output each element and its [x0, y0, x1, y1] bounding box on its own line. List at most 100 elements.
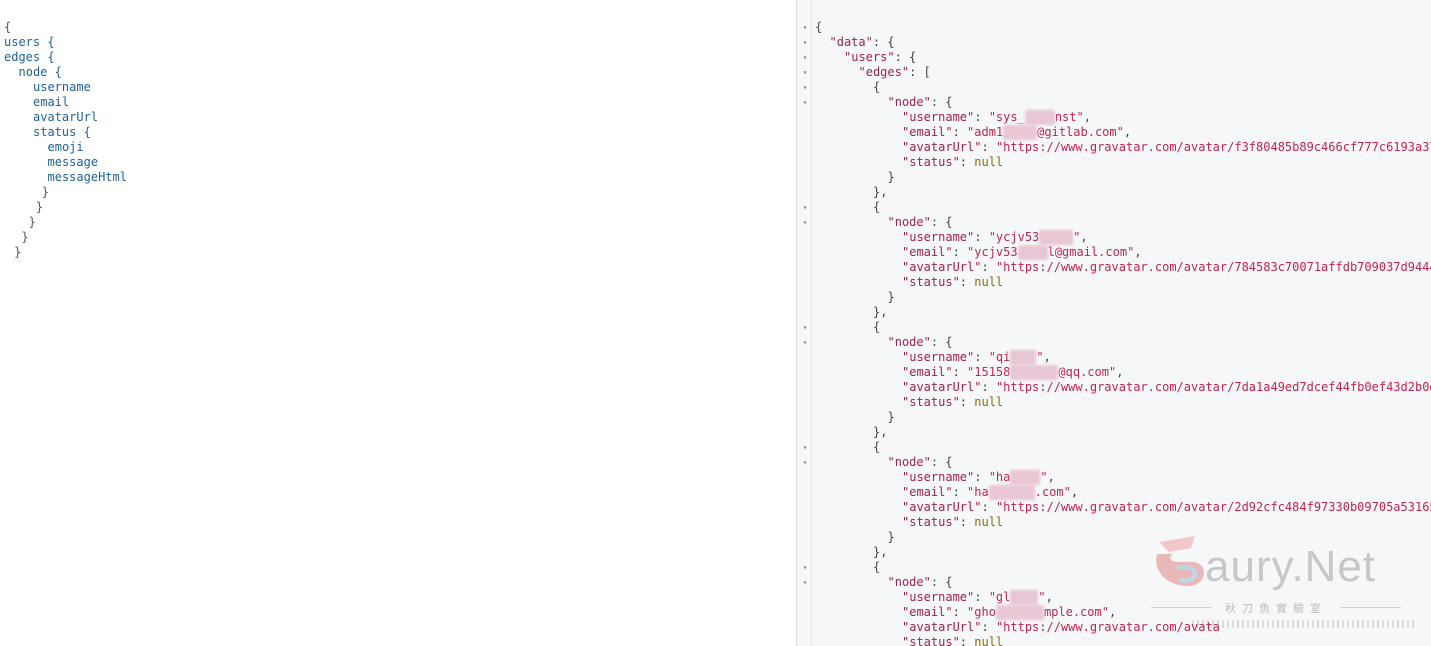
result-line: {	[873, 80, 880, 95]
watermark: aury.Net 秋刀魚實驗室	[1151, 528, 1401, 618]
json-punctuation: },	[873, 545, 888, 559]
json-string: "gl	[988, 590, 1011, 604]
json-key: "email"	[902, 365, 953, 379]
json-punctuation: :	[959, 395, 975, 409]
json-punctuation: ,	[1108, 605, 1117, 619]
json-punctuation: : {	[872, 35, 895, 49]
result-line: "email": "ha .com",	[902, 485, 1078, 500]
result-line: },	[873, 185, 887, 200]
json-key: "username"	[902, 350, 975, 364]
json-string: "adm1	[967, 125, 1004, 139]
query-line: {	[4, 20, 12, 34]
fold-toggle-icon[interactable]: ▾	[801, 35, 809, 50]
json-null: null	[974, 275, 1004, 289]
fold-toggle-icon[interactable]: ▾	[801, 50, 809, 65]
json-string: "https://www.gravatar.com/avatar/2d92cfc…	[995, 500, 1431, 514]
json-key: "node"	[887, 455, 931, 469]
json-key: "node"	[887, 575, 931, 589]
json-punctuation: :	[952, 485, 968, 499]
json-string: "15158	[967, 365, 1011, 379]
result-line: "status": null	[902, 155, 1003, 170]
json-key: "node"	[887, 335, 931, 349]
json-punctuation: :	[952, 125, 968, 139]
json-punctuation: ,	[1045, 590, 1053, 604]
result-line: "username": "qi ",	[902, 350, 1051, 365]
result-line: "node": {	[888, 95, 953, 110]
result-line: "node": {	[888, 215, 953, 230]
fold-toggle-icon[interactable]: ▾	[801, 95, 809, 110]
json-punctuation: :	[952, 245, 968, 259]
result-line: "username": "gl ",	[902, 590, 1053, 605]
json-punctuation: {	[815, 20, 823, 34]
fold-toggle-icon[interactable]: ▾	[801, 20, 809, 35]
result-line: "email": "gho mple.com",	[902, 605, 1116, 620]
json-string: "sys_	[988, 110, 1025, 124]
json-punctuation: },	[873, 305, 888, 319]
json-key: "email"	[902, 605, 953, 619]
json-string: "qi	[988, 350, 1011, 364]
result-line: "avatarUrl": "https://www.gravatar.com/a…	[902, 620, 1220, 635]
result-line: "avatarUrl": "https://www.gravatar.com/a…	[902, 260, 1431, 275]
json-key: "status"	[902, 515, 960, 529]
json-string: l@gmail.com"	[1047, 245, 1135, 259]
query-line: edges {	[4, 50, 55, 64]
json-punctuation: : {	[930, 215, 953, 229]
result-line: }	[888, 530, 895, 545]
json-punctuation: :	[974, 470, 989, 484]
redacted-text	[1017, 245, 1048, 260]
result-line: }	[888, 290, 895, 305]
result-line: "edges": [	[859, 65, 931, 80]
json-punctuation: : {	[930, 575, 953, 589]
json-key: "email"	[902, 485, 953, 499]
json-string: .com"	[1034, 485, 1071, 499]
json-punctuation: :	[974, 350, 989, 364]
json-punctuation: :	[981, 380, 996, 394]
json-punctuation: :	[959, 515, 975, 529]
query-line: avatarUrl	[33, 110, 99, 124]
result-line: "email": "15158 @qq.com",	[902, 365, 1123, 380]
json-key: "status"	[902, 275, 960, 289]
json-key: "edges"	[858, 65, 910, 79]
json-key: "avatarUrl"	[902, 260, 982, 274]
json-string: nst"	[1054, 110, 1084, 124]
json-string: "	[1040, 470, 1048, 484]
fold-toggle-icon[interactable]: ▾	[801, 200, 809, 215]
result-line: "node": {	[888, 335, 953, 350]
redacted-text	[1010, 590, 1039, 605]
result-line: "data": {	[830, 35, 895, 50]
fold-toggle-icon[interactable]: ▾	[801, 335, 809, 350]
result-line: }	[888, 410, 895, 425]
fold-toggle-icon[interactable]: ▾	[801, 80, 809, 95]
json-string: "ycjv53	[967, 245, 1018, 259]
fold-toggle-icon[interactable]: ▾	[801, 440, 809, 455]
result-line: "status": null	[902, 515, 1003, 530]
json-key: "username"	[902, 590, 975, 604]
fold-toggle-icon[interactable]: ▾	[801, 320, 809, 335]
result-line: "email": "adm1 @gitlab.com",	[902, 125, 1131, 140]
redacted-text	[995, 605, 1044, 620]
fold-toggle-icon[interactable]: ▾	[801, 215, 809, 230]
json-key: "status"	[902, 635, 960, 646]
watermark-rule-left	[1151, 607, 1211, 608]
json-string: "gho	[967, 605, 996, 619]
json-key: "avatarUrl"	[902, 140, 982, 154]
fold-toggle-icon[interactable]: ▾	[801, 65, 809, 80]
result-line: "username": "sys_ nst",	[902, 110, 1091, 125]
result-line: "username": "ha ",	[902, 470, 1055, 485]
json-punctuation: :	[959, 635, 975, 646]
graphql-explorer: {users {edges {node {username email avatar…	[0, 0, 1431, 646]
fold-toggle-icon[interactable]: ▾	[801, 455, 809, 470]
query-line: email	[33, 95, 70, 109]
result-line: {	[815, 20, 822, 35]
query-line: node {	[18, 65, 62, 79]
query-editor[interactable]: {users {edges {node {username email avatar…	[0, 0, 797, 646]
redacted-text	[1010, 470, 1041, 485]
json-string: "https://www.gravatar.com/avatar/7da1a49…	[995, 380, 1431, 394]
json-null: null	[974, 155, 1004, 169]
fold-toggle-icon[interactable]: ▾	[801, 575, 809, 590]
json-punctuation: {	[873, 320, 881, 334]
result-viewer[interactable]: aury.Net 秋刀魚實驗室 {▾ "data": {▾ "users": {▾ "…	[797, 0, 1431, 646]
json-punctuation: :	[974, 110, 989, 124]
fold-toggle-icon[interactable]: ▾	[801, 560, 809, 575]
json-punctuation: {	[873, 200, 881, 214]
